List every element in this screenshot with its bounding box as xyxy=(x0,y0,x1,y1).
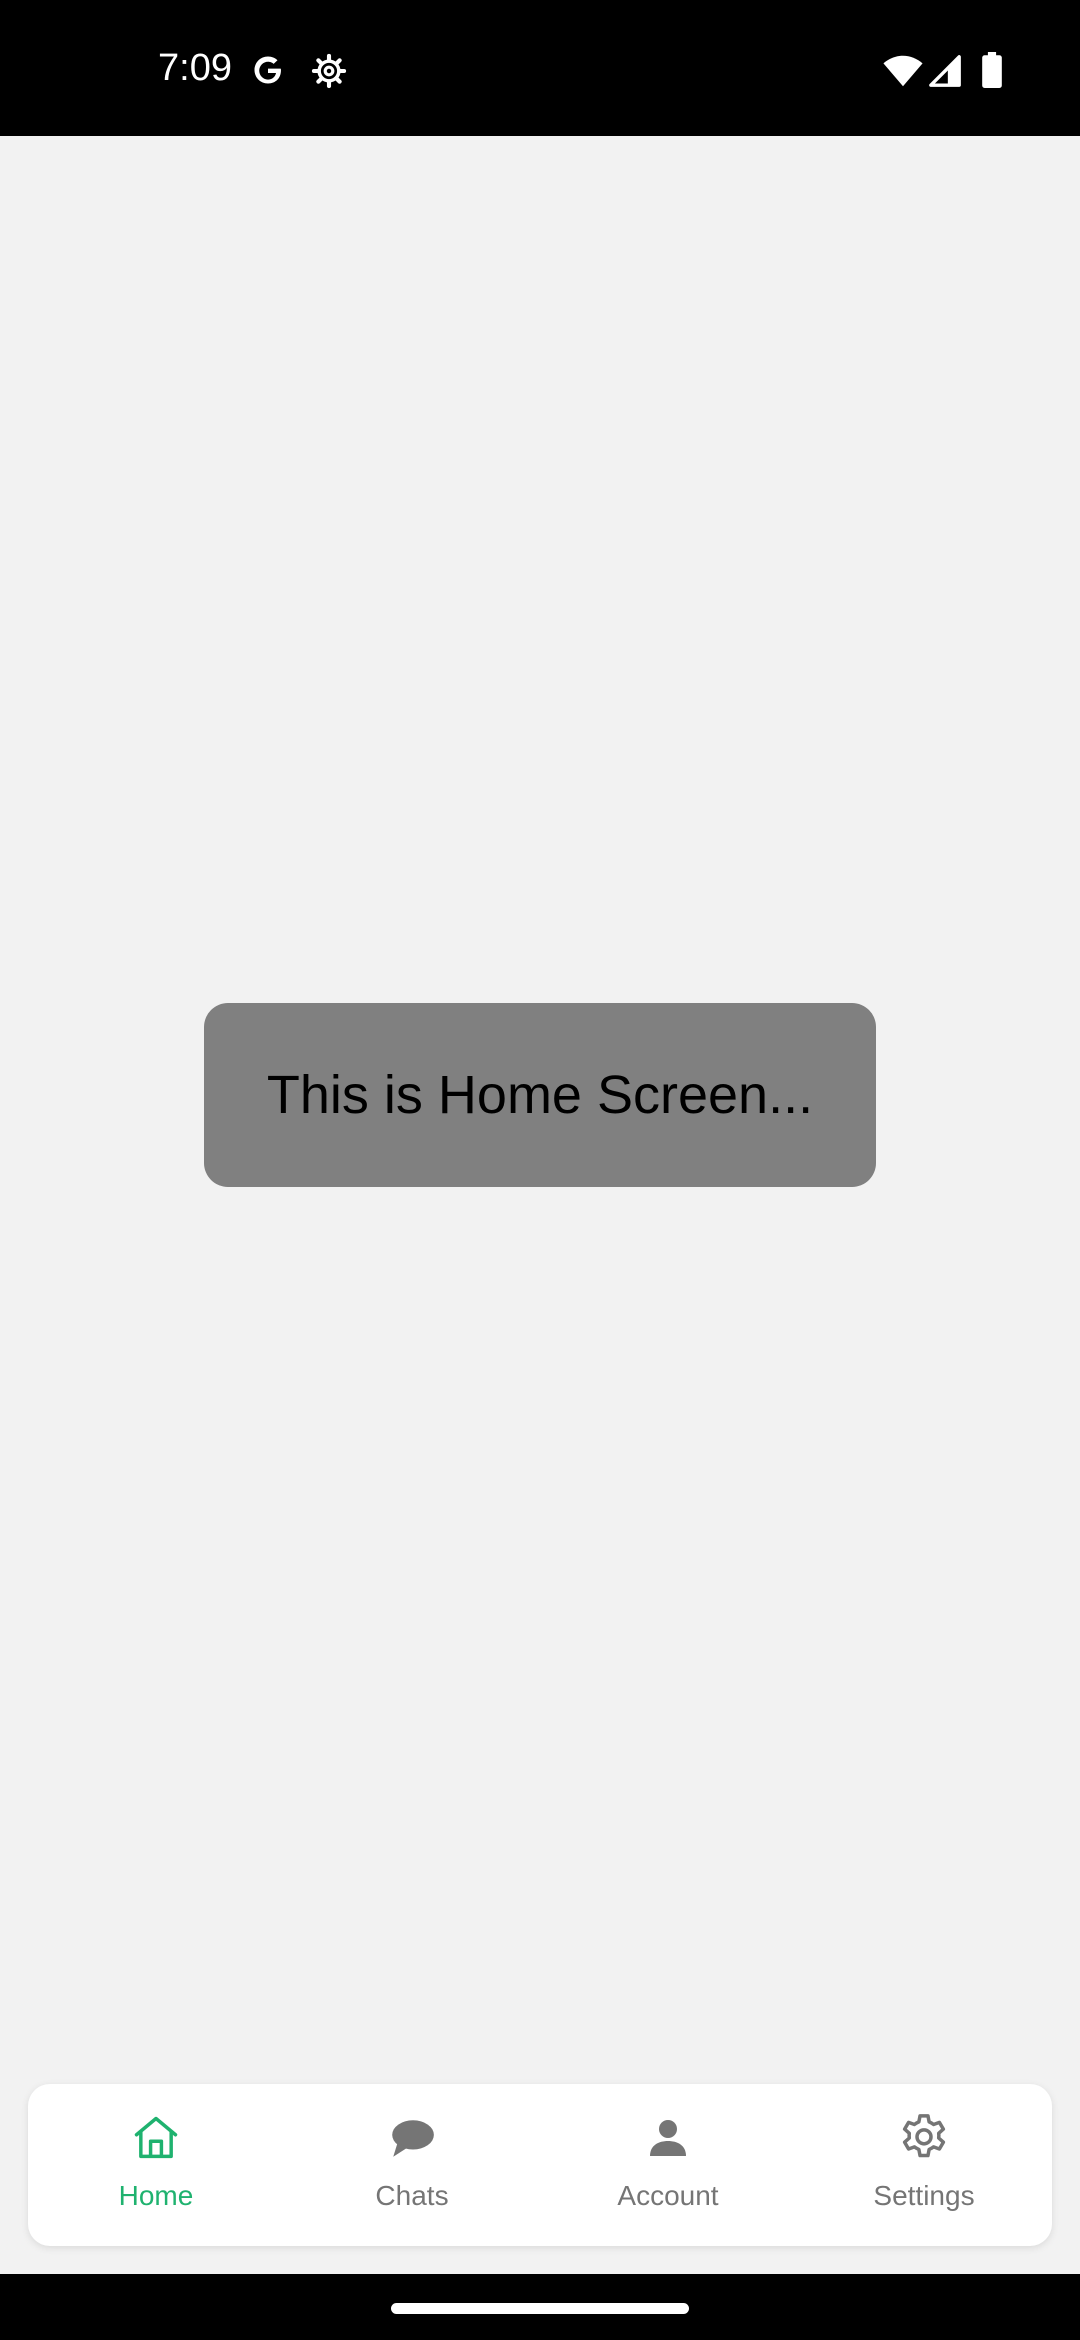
gesture-handle[interactable] xyxy=(391,2303,689,2314)
nav-label-chats: Chats xyxy=(375,2180,449,2211)
settings-cog-icon xyxy=(311,53,347,89)
google-g-icon xyxy=(254,56,283,84)
nav-item-settings[interactable]: Settings xyxy=(796,2084,1052,2246)
nav-label-settings: Settings xyxy=(873,2180,975,2211)
wifi-icon xyxy=(883,55,923,87)
nav-label-home: Home xyxy=(118,2180,194,2211)
home-message-text: This is Home Screen... xyxy=(266,1065,814,1125)
bottom-navigation: Home Chats Account Settings xyxy=(28,2084,1052,2246)
cell-signal-icon xyxy=(929,55,961,87)
nav-item-account[interactable]: Account xyxy=(540,2084,796,2246)
nav-item-chats[interactable]: Chats xyxy=(284,2084,540,2246)
gear-icon xyxy=(894,2108,954,2168)
main-content: This is Home Screen... xyxy=(0,136,1080,2274)
nav-label-account: Account xyxy=(617,2180,719,2211)
chat-bubble-icon xyxy=(382,2108,442,2168)
gesture-navigation-area xyxy=(0,2274,1080,2340)
home-message-card: This is Home Screen... xyxy=(204,1003,876,1187)
home-icon xyxy=(126,2108,186,2168)
status-bar: 7:09 xyxy=(0,0,1080,136)
nav-item-home[interactable]: Home xyxy=(28,2084,284,2246)
person-icon xyxy=(638,2108,698,2168)
status-time: 7:09 xyxy=(158,47,232,89)
battery-icon xyxy=(982,52,1002,88)
